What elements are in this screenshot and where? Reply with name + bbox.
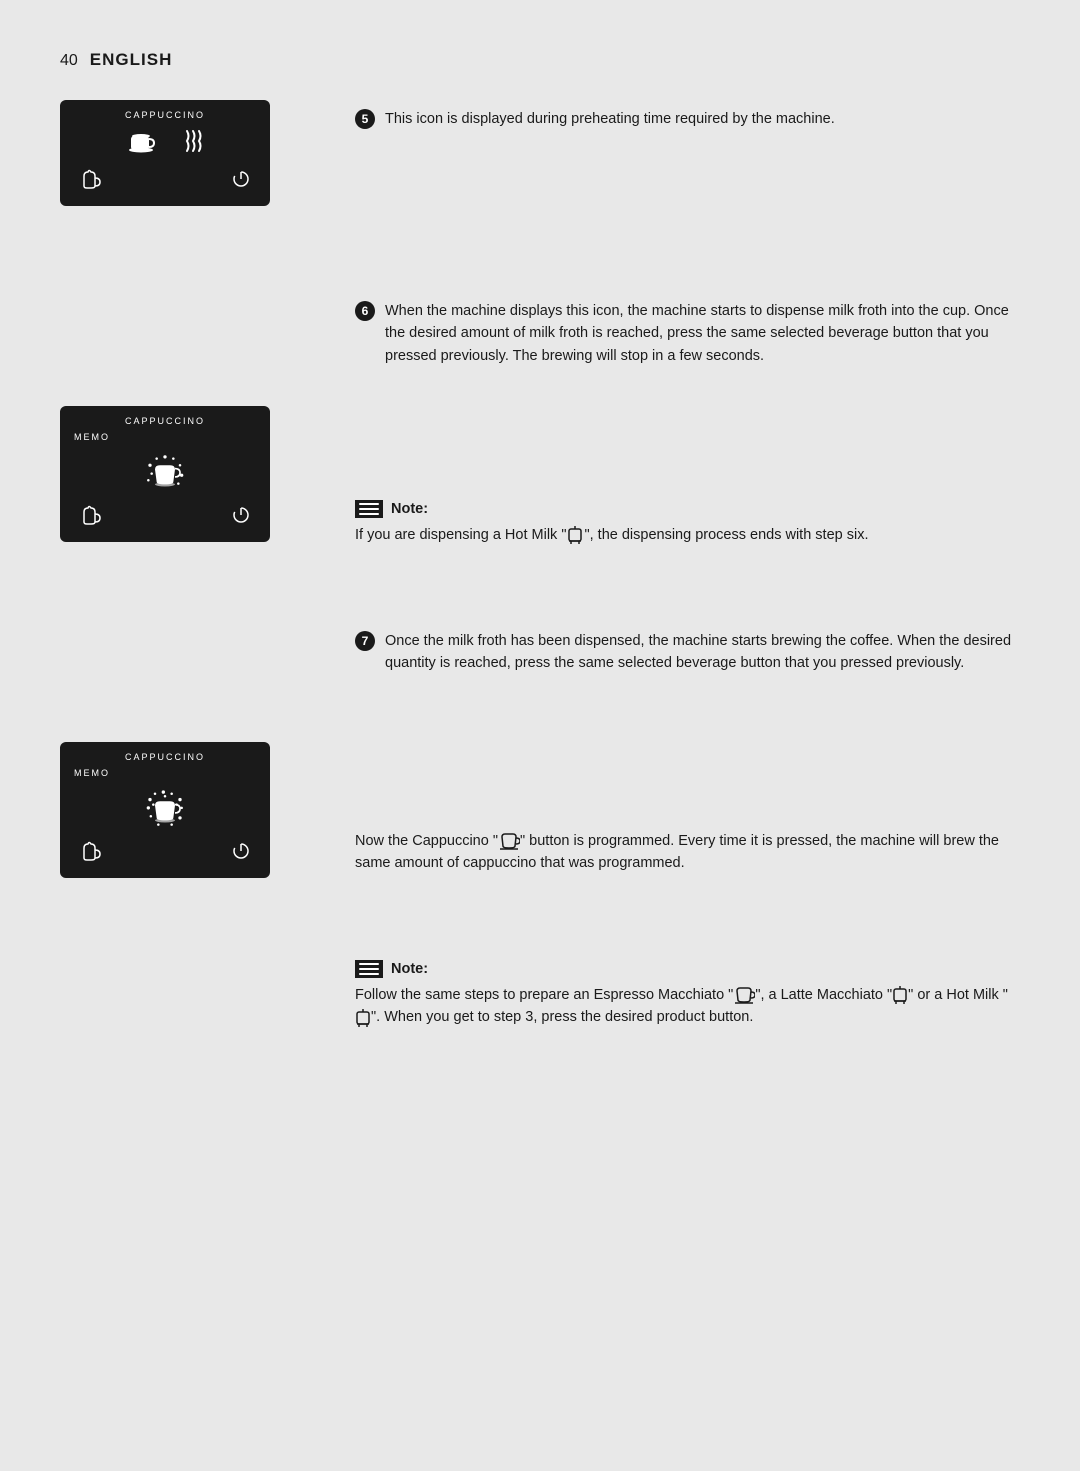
section-6-number: 6	[355, 301, 375, 321]
panel3-title: CAPPUCCINO	[72, 752, 258, 762]
note-icon-2	[355, 960, 383, 978]
content-area: CAPPUCCINO	[60, 100, 1020, 1100]
power-icon-1	[232, 170, 250, 192]
left-column: CAPPUCCINO	[60, 100, 320, 1100]
power-icon-2	[232, 506, 250, 528]
steam-icon-1	[181, 127, 205, 159]
section-7-number: 7	[355, 631, 375, 651]
cup-icon-1	[125, 126, 157, 160]
panel2-subtitle: MEMO	[72, 432, 258, 442]
section-5: 5 This icon is displayed during preheati…	[355, 108, 1020, 130]
programming-text-block: Now the Cappuccino "" button is programm…	[355, 830, 1020, 930]
mug-icon-1	[80, 168, 102, 194]
note-2: Note: Follow the same steps to prepare a…	[355, 960, 1020, 1029]
section-6-text: When the machine displays this icon, the…	[385, 300, 1020, 367]
note-2-text: Follow the same steps to prepare an Espr…	[355, 984, 1020, 1029]
panel3-bottom	[72, 840, 258, 866]
page-header: 40 ENGLISH	[60, 50, 1020, 70]
note-2-block: Note: Follow the same steps to prepare a…	[355, 960, 1020, 1100]
note-2-header: Note:	[355, 960, 1020, 978]
machine-display-3: CAPPUCCINO MEMO	[60, 742, 270, 878]
section-7-block: 7 Once the milk froth has been dispensed…	[355, 630, 1020, 830]
page-number: 40	[60, 52, 78, 70]
panel2-wrapper: CAPPUCCINO MEMO	[60, 406, 320, 542]
language-label: ENGLISH	[90, 50, 173, 70]
section-7: 7 Once the milk froth has been dispensed…	[355, 630, 1020, 675]
panel1-icons	[72, 126, 258, 160]
panel1-bottom	[72, 168, 258, 194]
right-column: 5 This icon is displayed during preheati…	[320, 100, 1020, 1100]
panel3-subtitle: MEMO	[72, 768, 258, 778]
panel1-title: CAPPUCCINO	[72, 110, 258, 120]
programming-text: Now the Cappuccino "" button is programm…	[355, 830, 1020, 875]
note-1-block: Note: If you are dispensing a Hot Milk "…	[355, 500, 1020, 630]
power-icon-3	[232, 842, 250, 864]
cup-dots-heavy	[140, 782, 190, 832]
note-1-text: If you are dispensing a Hot Milk "", the…	[355, 524, 1020, 546]
note-1: Note: If you are dispensing a Hot Milk "…	[355, 500, 1020, 546]
section-5-block: 5 This icon is displayed during preheati…	[355, 100, 1020, 300]
note-1-header: Note:	[355, 500, 1020, 518]
page: 40 ENGLISH CAPPUCCINO	[0, 0, 1080, 1471]
machine-display-1: CAPPUCCINO	[60, 100, 270, 206]
panel3-wrapper: CAPPUCCINO MEMO	[60, 742, 320, 878]
panel2-bottom	[72, 504, 258, 530]
section-5-text: This icon is displayed during preheating…	[385, 108, 835, 130]
panel2-title: CAPPUCCINO	[72, 416, 258, 426]
cup-dots-light	[140, 446, 190, 496]
section-7-text: Once the milk froth has been dispensed, …	[385, 630, 1020, 675]
mug-icon-2	[80, 504, 102, 530]
machine-display-2: CAPPUCCINO MEMO	[60, 406, 270, 542]
note-2-label: Note:	[391, 961, 428, 977]
note-icon-1	[355, 500, 383, 518]
section-5-number: 5	[355, 109, 375, 129]
mug-icon-3	[80, 840, 102, 866]
section-6-block: 6 When the machine displays this icon, t…	[355, 300, 1020, 500]
panel1-wrapper: CAPPUCCINO	[60, 100, 320, 206]
note-1-label: Note:	[391, 501, 428, 517]
section-6: 6 When the machine displays this icon, t…	[355, 300, 1020, 367]
panel3-icons	[72, 782, 258, 832]
panel2-icons	[72, 446, 258, 496]
